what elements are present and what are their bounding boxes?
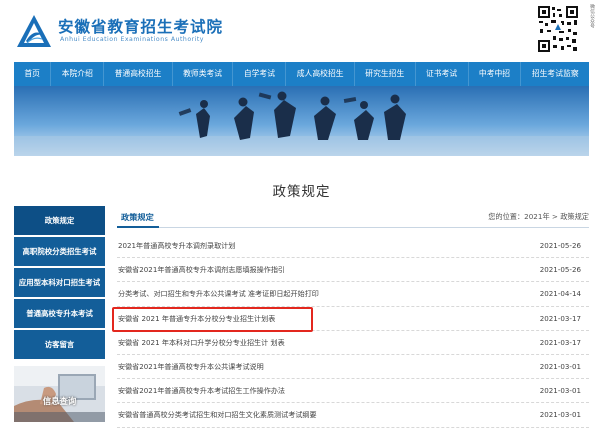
breadcrumb-year[interactable]: 2021年 <box>524 212 549 221</box>
list-item[interactable]: 安徽省2021年普通高校专升本公共课考试说明 2021-03-01 <box>117 355 589 380</box>
nav-item-home[interactable]: 首页 <box>14 62 52 86</box>
sidebar-item-guestbook[interactable]: 访客留言 <box>14 330 105 359</box>
list-item[interactable]: 安徽省2021年普通高校专升本调剂志愿填报操作指引 2021-05-26 <box>117 258 589 283</box>
list-item-title[interactable]: 安徽省2021年普通高校专升本调剂志愿填报操作指引 <box>118 265 285 275</box>
sidebar-item-applied-undergrad[interactable]: 应用型本科对口招生考试 <box>14 268 105 297</box>
breadcrumb-separator: > <box>549 212 561 221</box>
list-item-date: 2021-03-17 <box>539 313 581 323</box>
article-list: 2021年普通高校专升本调剂录取计划 2021-05-26 安徽省2021年普通高… <box>117 234 589 428</box>
content-tab-bar: 政策规定 您的位置：2021年 > 政策规定 <box>117 206 589 228</box>
list-item[interactable]: 安徽省 2021 年本科对口升学分校分专业招生计 划表 2021-03-17 <box>117 331 589 355</box>
list-item[interactable]: 安徽省2021年普通高校专升本考试招生工作操作办法 2021-03-01 <box>117 379 589 404</box>
breadcrumb-prefix: 您的位置： <box>488 212 525 221</box>
breadcrumb-current[interactable]: 政策规定 <box>560 212 589 221</box>
sidebar-item-vocational[interactable]: 高职院校分类招生考试 <box>14 237 105 266</box>
list-item[interactable]: 2021年普通高校专升本调剂录取计划 2021-05-26 <box>117 234 589 259</box>
list-item[interactable]: 分类考试、对口招生和专升本公共课考试 准考证即日起开始打印 2021-04-14 <box>117 282 589 307</box>
logo-icon[interactable] <box>16 14 52 48</box>
list-item[interactable]: 安徽省普通高校分类考试招生和对口招生文化素质测试考试纲要 2021-03-01 <box>117 403 589 428</box>
nav-item-supervision[interactable]: 招生考试监察 <box>521 62 589 86</box>
list-item-date: 2021-03-01 <box>539 386 581 396</box>
nav-item-certificate[interactable]: 证书考试 <box>416 62 469 86</box>
qr-code-icon <box>537 5 579 53</box>
list-item-date: 2021-04-14 <box>539 289 581 299</box>
info-query-banner[interactable]: 信息查询 <box>14 366 105 422</box>
list-item-title[interactable]: 安徽省 2021 年普通专升本分校分专业招生计划表 <box>118 314 275 324</box>
nav-item-graduate[interactable]: 研究生招生 <box>355 62 416 86</box>
nav-item-middle-school[interactable]: 中考中招 <box>469 62 522 86</box>
list-item-title[interactable]: 2021年普通高校专升本调剂录取计划 <box>118 241 235 251</box>
info-query-label: 信息查询 <box>42 396 77 406</box>
site-title[interactable]: 安徽省教育招生考试院 <box>58 15 223 37</box>
nav-item-about[interactable]: 本院介绍 <box>51 62 105 86</box>
list-item-date: 2021-03-01 <box>539 361 581 371</box>
banner-image <box>14 86 589 156</box>
sidebar-item-policy[interactable]: 政策规定 <box>14 206 105 235</box>
qr-caption: 微信公众号 <box>589 4 594 28</box>
main-nav: 首页 本院介绍 普通高校招生 教师类考试 自学考试 成人高校招生 研究生招生 证… <box>14 62 589 86</box>
sidebar-item-upgrade-exam[interactable]: 普通高校专升本考试 <box>14 299 105 328</box>
list-item-title[interactable]: 安徽省 2021 年本科对口升学分校分专业招生计 划表 <box>118 338 285 348</box>
nav-item-regular-admission[interactable]: 普通高校招生 <box>104 62 173 86</box>
page-title: 政策规定 <box>272 184 331 200</box>
nav-item-adult-admission[interactable]: 成人高校招生 <box>286 62 355 86</box>
list-item-title[interactable]: 安徽省普通高校分类考试招生和对口招生文化素质测试考试纲要 <box>118 410 317 420</box>
list-item-date: 2021-05-26 <box>539 241 581 250</box>
list-item-title[interactable]: 安徽省2021年普通高校专升本公共课考试说明 <box>118 362 264 372</box>
site-header: 安徽省教育招生考试院 Anhui Education Examinations … <box>0 0 603 62</box>
site-subtitle: Anhui Education Examinations Authority <box>60 36 204 43</box>
list-item-date: 2021-05-26 <box>539 265 581 275</box>
sidebar: 政策规定 高职院校分类招生考试 应用型本科对口招生考试 普通高校专升本考试 访客… <box>14 206 105 361</box>
breadcrumb: 您的位置：2021年 > 政策规定 <box>488 212 589 222</box>
tab-policy[interactable]: 政策规定 <box>121 211 154 223</box>
list-item-date: 2021-03-17 <box>539 337 581 347</box>
list-item-date: 2021-03-01 <box>539 410 581 420</box>
nav-item-self-study[interactable]: 自学考试 <box>233 62 287 86</box>
list-item-title[interactable]: 安徽省2021年普通高校专升本考试招生工作操作办法 <box>118 386 285 396</box>
list-item-title[interactable]: 分类考试、对口招生和专升本公共课考试 准考证即日起开始打印 <box>118 289 319 299</box>
nav-item-teacher-exam[interactable]: 教师类考试 <box>173 62 234 86</box>
tab-underline <box>117 226 159 228</box>
info-query-photo <box>14 366 105 422</box>
list-item[interactable]: 安徽省 2021 年普通专升本分校分专业招生计划表 2021-03-17 <box>117 307 589 331</box>
